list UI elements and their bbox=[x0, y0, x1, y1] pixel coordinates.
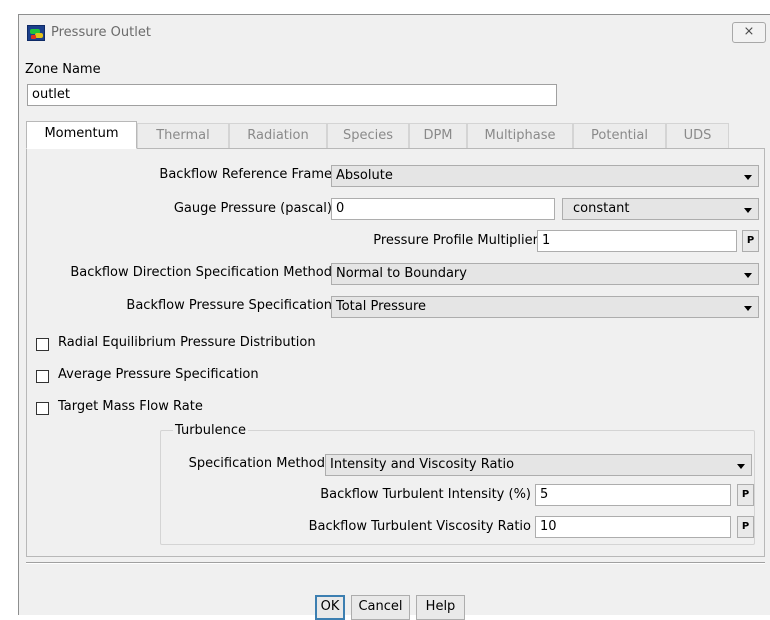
tab-thermal[interactable]: Thermal bbox=[137, 123, 229, 148]
pressure-profile-multiplier-input[interactable]: 1 bbox=[537, 230, 737, 252]
radial-equilibrium-label: Radial Equilibrium Pressure Distribution bbox=[58, 335, 316, 350]
turbulent-intensity-label: Backflow Turbulent Intensity (%) bbox=[320, 487, 531, 502]
cancel-button[interactable]: Cancel bbox=[351, 595, 410, 620]
window-title: Pressure Outlet bbox=[51, 25, 151, 40]
tab-momentum[interactable]: Momentum bbox=[26, 121, 137, 149]
zone-name-label: Zone Name bbox=[25, 62, 101, 77]
chevron-down-icon bbox=[744, 306, 752, 311]
backflow-pressure-dropdown[interactable]: Total Pressure bbox=[331, 296, 759, 318]
tab-potential[interactable]: Potential bbox=[573, 123, 666, 148]
fluent-app-icon bbox=[27, 25, 45, 41]
backflow-pressure-value: Total Pressure bbox=[336, 299, 427, 314]
pressure-outlet-dialog: Pressure Outlet ⨯ Zone Name outlet Momen… bbox=[18, 14, 770, 620]
tab-radiation[interactable]: Radiation bbox=[229, 123, 327, 148]
backflow-ref-frame-label: Backflow Reference Frame bbox=[159, 167, 332, 182]
footer-divider bbox=[26, 562, 765, 564]
title-bar[interactable]: Pressure Outlet ⨯ bbox=[19, 15, 770, 51]
chevron-down-icon bbox=[744, 273, 752, 278]
backflow-ref-frame-value: Absolute bbox=[336, 168, 393, 183]
gauge-pressure-label: Gauge Pressure (pascal) bbox=[173, 201, 332, 216]
turbulent-viscosity-ratio-input[interactable]: 10 bbox=[535, 516, 731, 538]
chevron-down-icon bbox=[744, 208, 752, 213]
tab-species[interactable]: Species bbox=[327, 123, 409, 148]
gauge-pressure-method-dropdown[interactable]: constant bbox=[562, 198, 759, 220]
momentum-panel: Backflow Reference Frame Absolute Gauge … bbox=[26, 148, 765, 557]
pressure-profile-multiplier-label: Pressure Profile Multiplier bbox=[373, 233, 538, 248]
average-pressure-checkbox[interactable] bbox=[36, 370, 49, 383]
target-mass-flow-label: Target Mass Flow Rate bbox=[58, 399, 203, 414]
turbulent-intensity-param-button[interactable]: P bbox=[737, 484, 754, 506]
target-mass-flow-checkbox[interactable] bbox=[36, 402, 49, 415]
turbulent-intensity-input[interactable]: 5 bbox=[535, 484, 731, 506]
turbulent-viscosity-ratio-param-button[interactable]: P bbox=[737, 516, 754, 538]
spec-method-value: Intensity and Viscosity Ratio bbox=[330, 457, 515, 472]
backflow-ref-frame-dropdown[interactable]: Absolute bbox=[331, 165, 759, 187]
gauge-pressure-method-value: constant bbox=[573, 201, 630, 216]
close-icon[interactable]: ⨯ bbox=[732, 22, 766, 43]
backflow-pressure-label: Backflow Pressure Specification bbox=[126, 298, 332, 313]
tab-multiphase[interactable]: Multiphase bbox=[467, 123, 573, 148]
tab-dpm[interactable]: DPM bbox=[409, 123, 467, 148]
gauge-pressure-input[interactable]: 0 bbox=[331, 198, 555, 220]
ok-button[interactable]: OK bbox=[315, 595, 345, 620]
tab-uds[interactable]: UDS bbox=[666, 123, 729, 148]
backflow-direction-label: Backflow Direction Specification Method bbox=[70, 265, 332, 280]
backflow-direction-value: Normal to Boundary bbox=[336, 266, 467, 281]
turbulence-group-title: Turbulence bbox=[173, 423, 249, 438]
turbulent-viscosity-ratio-label: Backflow Turbulent Viscosity Ratio bbox=[308, 519, 531, 534]
spec-method-dropdown[interactable]: Intensity and Viscosity Ratio bbox=[325, 454, 752, 476]
pressure-profile-multiplier-param-button[interactable]: P bbox=[742, 230, 759, 252]
average-pressure-label: Average Pressure Specification bbox=[58, 367, 259, 382]
chevron-down-icon bbox=[744, 175, 752, 180]
help-button[interactable]: Help bbox=[416, 595, 465, 620]
radial-equilibrium-checkbox[interactable] bbox=[36, 338, 49, 351]
backflow-direction-dropdown[interactable]: Normal to Boundary bbox=[331, 263, 759, 285]
spec-method-label: Specification Method bbox=[188, 456, 325, 471]
chevron-down-icon bbox=[737, 464, 745, 469]
zone-name-input[interactable]: outlet bbox=[27, 84, 557, 106]
